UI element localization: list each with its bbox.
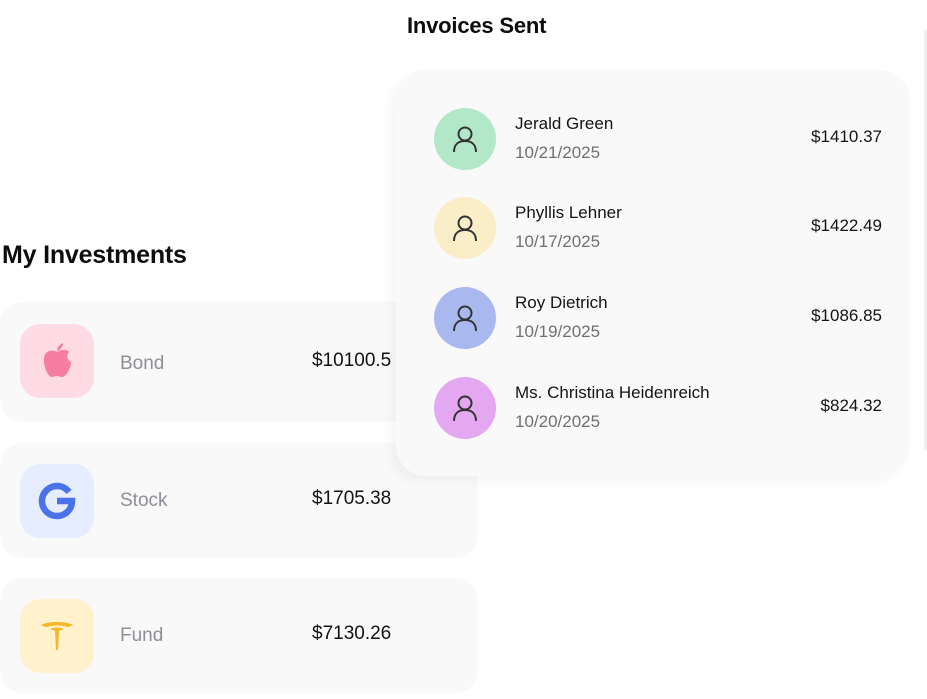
user-icon [434,108,496,170]
invoice-date: 10/20/2025 [515,412,601,431]
invoice-amount: $824.32 [820,396,882,415]
invoice-date: 10/17/2025 [515,232,601,251]
invoices-title: Invoices Sent [407,13,547,38]
invoice-amount: $1410.37 [811,127,882,146]
user-icon [434,197,496,259]
invoice-row-jerald-green[interactable]: Jerald Green 10/21/2025 $1410.37 [434,108,884,172]
investments-title: My Investments [2,241,187,269]
invoices-panel: Jerald Green 10/21/2025 $1410.37 Phyllis… [396,70,910,476]
invoice-amount: $1422.49 [811,216,882,235]
investment-amount: $1705.38 [312,488,392,509]
invoice-row-christina-heidenreich[interactable]: Ms. Christina Heidenreich 10/20/2025 $82… [434,377,884,441]
invoice-row-phyllis-lehner[interactable]: Phyllis Lehner 10/17/2025 $1422.49 [434,197,884,261]
invoice-name: Phyllis Lehner [515,203,622,222]
investment-type: Fund [120,625,164,646]
investment-amount: $10100.5 [312,350,392,371]
investment-type: Bond [120,353,165,374]
invoice-row-roy-dietrich[interactable]: Roy Dietrich 10/19/2025 $1086.85 [434,287,884,351]
invoice-name: Jerald Green [515,114,614,133]
invoice-amount: $1086.85 [811,306,882,325]
tesla-icon [20,599,94,673]
investment-amount: $7130.26 [312,623,392,644]
investment-type: Stock [120,490,168,511]
investment-card-fund[interactable]: Fund $7130.26 [0,578,478,693]
invoice-name: Ms. Christina Heidenreich [515,383,710,402]
user-icon [434,377,496,439]
invoice-date: 10/21/2025 [515,143,601,162]
invoice-date: 10/19/2025 [515,322,601,341]
invoice-name: Roy Dietrich [515,293,608,312]
user-icon [434,287,496,349]
apple-icon [20,324,94,398]
google-icon [20,464,94,538]
